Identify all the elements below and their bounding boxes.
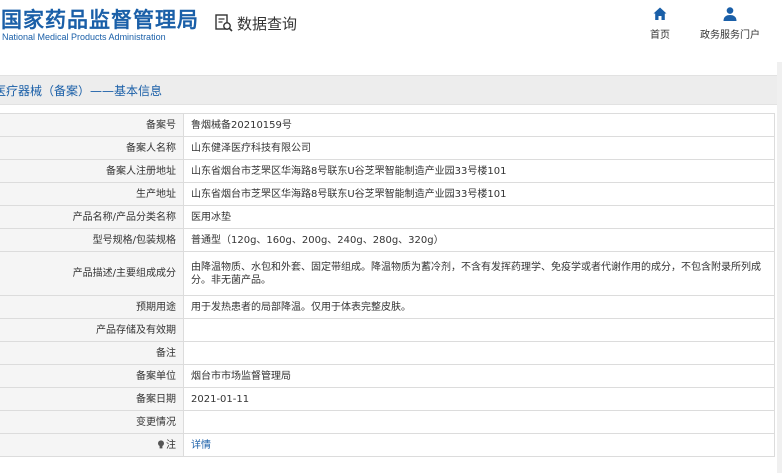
table-row: 备案日期 2021-01-11 xyxy=(0,387,775,411)
filing-info-table: 备案号 鲁烟械备20210159号 备案人名称 山东健泽医疗科技有限公司 备案人… xyxy=(0,113,775,457)
field-value xyxy=(183,341,775,365)
field-label: 产品名称/产品分类名称 xyxy=(0,205,184,229)
table-row: 备案号 鲁烟械备20210159号 xyxy=(0,113,775,137)
data-query-title: 数据查询 xyxy=(214,12,297,34)
logo-english-name: National Medical Products Administration xyxy=(2,32,166,42)
field-value: 普通型（120g、160g、200g、240g、280g、320g） xyxy=(183,228,775,252)
field-value: 烟台市市场监督管理局 xyxy=(183,364,775,388)
table-row: 变更情况 xyxy=(0,410,775,434)
field-value: 用于发热患者的局部降温。仅用于体表完整皮肤。 xyxy=(183,295,775,319)
document-search-icon xyxy=(215,14,233,32)
table-row: 产品存储及有效期 xyxy=(0,318,775,342)
field-label: 注 xyxy=(166,439,176,451)
field-label: 生产地址 xyxy=(0,182,184,206)
table-row: 型号规格/包装规格 普通型（120g、160g、200g、240g、280g、3… xyxy=(0,228,775,252)
field-value: 山东省烟台市芝罘区华海路8号联东U谷芝罘智能制造产业园33号楼101 xyxy=(183,182,775,206)
details-link[interactable]: 详情 xyxy=(191,440,211,451)
nav-service-portal-label: 政务服务门户 xyxy=(700,30,760,41)
field-label: 备案号 xyxy=(0,113,184,137)
table-row: 产品描述/主要组成成分 由降温物质、水包和外套、固定带组成。降温物质为蓄冷剂，不… xyxy=(0,251,775,296)
lightbulb-icon xyxy=(158,439,164,448)
field-label: 备注 xyxy=(0,341,184,365)
section-header: 医疗器械（备案）——基本信息 xyxy=(0,75,782,105)
table-row: 注 详情 xyxy=(0,433,775,457)
field-value: 鲁烟械备20210159号 xyxy=(183,113,775,137)
field-label: 变更情况 xyxy=(0,410,184,434)
note-label-cell: 注 xyxy=(0,433,184,457)
nav-service-portal[interactable]: 政务服务门户 xyxy=(700,6,760,41)
user-icon xyxy=(723,7,737,21)
field-label: 备案人注册地址 xyxy=(0,159,184,183)
field-value: 由降温物质、水包和外套、固定带组成。降温物质为蓄冷剂，不含有发挥药理学、免疫学或… xyxy=(183,251,775,296)
scrollbar-track[interactable] xyxy=(777,62,782,473)
table-row: 备案人名称 山东健泽医疗科技有限公司 xyxy=(0,136,775,160)
field-label: 备案日期 xyxy=(0,387,184,411)
field-label: 型号规格/包装规格 xyxy=(0,228,184,252)
field-label: 产品存储及有效期 xyxy=(0,318,184,342)
field-label: 预期用途 xyxy=(0,295,184,319)
home-icon xyxy=(653,7,667,20)
nav-home-label: 首页 xyxy=(650,30,670,41)
field-value: 2021-01-11 xyxy=(183,387,775,411)
field-value xyxy=(183,410,775,434)
section-title: 医疗器械（备案）——基本信息 xyxy=(0,84,163,98)
table-row: 备注 xyxy=(0,341,775,365)
field-value: 山东健泽医疗科技有限公司 xyxy=(183,136,775,160)
field-label: 产品描述/主要组成成分 xyxy=(0,251,184,296)
field-value: 详情 xyxy=(183,433,775,457)
table-row: 产品名称/产品分类名称 医用冰垫 xyxy=(0,205,775,229)
field-value xyxy=(183,318,775,342)
field-label: 备案单位 xyxy=(0,364,184,388)
field-value: 山东省烟台市芝罘区华海路8号联东U谷芝罘智能制造产业园33号楼101 xyxy=(183,159,775,183)
table-row: 预期用途 用于发热患者的局部降温。仅用于体表完整皮肤。 xyxy=(0,295,775,319)
data-query-label: 数据查询 xyxy=(237,14,298,33)
table-row: 备案人注册地址 山东省烟台市芝罘区华海路8号联东U谷芝罘智能制造产业园33号楼1… xyxy=(0,159,775,183)
table-row: 生产地址 山东省烟台市芝罘区华海路8号联东U谷芝罘智能制造产业园33号楼101 xyxy=(0,182,775,206)
site-header: 国家药品监督管理局 National Medical Products Admi… xyxy=(0,0,782,62)
field-label: 备案人名称 xyxy=(0,136,184,160)
field-value: 医用冰垫 xyxy=(183,205,775,229)
nav-home[interactable]: 首页 xyxy=(648,6,672,41)
logo-chinese-name: 国家药品监督管理局 xyxy=(1,8,199,32)
table-row: 备案单位 烟台市市场监督管理局 xyxy=(0,364,775,388)
